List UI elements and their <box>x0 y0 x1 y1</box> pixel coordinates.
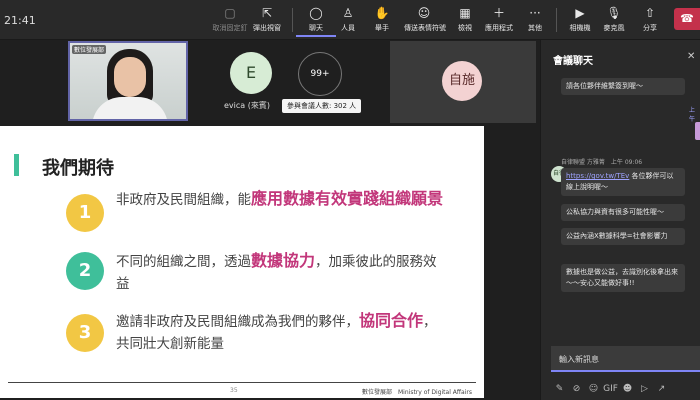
slide-page-number: 35 <box>230 387 238 394</box>
ellipsis-icon: ··· <box>529 6 541 20</box>
smiley-icon: ☺ <box>417 6 431 20</box>
leave-button[interactable]: ☎ <box>674 8 700 30</box>
raise-hand-button[interactable]: ✋ 舉手 <box>362 5 402 37</box>
share-icon: ⇧ <box>644 6 656 20</box>
teams-meeting-window: 21:41 ▢ 取消固定釘 ⇱ 彈出視窗 ◯ 聊天 ♙ 人員 ✋ 舉手 ☺ 傳送… <box>0 0 700 400</box>
participant-name: evica (來賓) <box>224 101 270 110</box>
toolbar-divider <box>556 8 557 32</box>
meeting-toolbar: 21:41 ▢ 取消固定釘 ⇱ 彈出視窗 ◯ 聊天 ♙ 人員 ✋ 舉手 ☺ 傳送… <box>0 0 700 40</box>
pin-icon: ▢ <box>224 6 236 20</box>
speaker-name-tag: 數位發展部 <box>72 45 107 54</box>
meeting-clock: 21:41 <box>4 14 36 27</box>
pop-out-button[interactable]: ⇱ 彈出視窗 <box>247 5 287 37</box>
compose-toolbar: ✎ ⊘ ☺ GIF ☻ ▷ ↗ <box>551 376 700 394</box>
mic-button[interactable]: 🎙 麥克風 <box>594 5 634 37</box>
chat-message: 數據也是做公益，去識別化後拿出來～～安心又能做好事!! <box>561 264 685 292</box>
point-number-2: 2 <box>66 252 104 290</box>
unpin-button[interactable]: ▢ 取消固定釘 <box>210 5 250 37</box>
toolbar-divider <box>292 8 293 32</box>
gif-icon[interactable]: GIF <box>602 384 619 394</box>
slide-title: 我們期待 <box>42 158 114 179</box>
shared-content-stage: 我們期待 1 非政府及民間組織，能應用數據有效實踐組織願景 2 不同的組織之間，… <box>0 124 540 400</box>
attach-icon[interactable]: ⊘ <box>568 384 585 394</box>
send-icon[interactable]: ↗ <box>653 384 670 394</box>
title-accent-bar <box>14 154 19 176</box>
apps-button[interactable]: ＋ 應用程式 <box>479 5 519 37</box>
reaction-badge <box>695 122 700 140</box>
chat-message: 公益內涵X數據科學=社會影響力 <box>561 228 685 245</box>
slide-org-footer: 數位發展部 Ministry of Digital Affairs <box>362 389 472 396</box>
format-icon[interactable]: ✎ <box>551 384 568 394</box>
share-button[interactable]: ⇧ 分享 <box>630 5 670 37</box>
chat-message: 請各位夥伴維繫簽到喔～ <box>561 78 685 95</box>
participant-avatar-e[interactable]: E <box>230 52 272 94</box>
slide-footer-line <box>8 382 476 383</box>
sticker-icon[interactable]: ☻ <box>619 384 636 394</box>
speaker-face <box>114 57 146 97</box>
phone-icon: ☎ <box>680 12 694 25</box>
participant-avatar-right: 自施 <box>442 61 482 101</box>
close-icon[interactable]: ✕ <box>687 51 695 62</box>
speaker-video-tile[interactable]: 數位發展部 <box>68 41 188 121</box>
chat-title: 會議聊天 <box>553 56 593 67</box>
point-text-2: 不同的組織之間，透過數據協力，加乘彼此的服務效益 <box>116 251 437 292</box>
presentation-slide: 我們期待 1 非政府及民間組織，能應用數據有效實踐組織願景 2 不同的組織之間，… <box>0 126 484 398</box>
meeting-chat-panel: 會議聊天 ✕ 請各位夥伴維繫簽到喔～ 上午 自律聯盟 方雅菁 上午 09:06 … <box>540 40 700 400</box>
loop-icon[interactable]: ▷ <box>636 384 653 394</box>
point-number-1: 1 <box>66 194 104 232</box>
participant-strip: 數位發展部 E evica (來賓) 99+ 參與會議人數: 302 人 自施 <box>0 40 540 124</box>
emoji-icon[interactable]: ☺ <box>585 384 602 394</box>
chat-link[interactable]: https://gov.tw/TEv <box>566 172 629 180</box>
pop-out-icon: ⇱ <box>261 6 273 20</box>
timestamp-peek: 上午 <box>689 107 696 123</box>
chat-compose-input[interactable]: 輸入新訊息 <box>551 346 700 372</box>
chat-message-link: https://gov.tw/TEv 各位夥伴可以線上說明喔～ <box>561 168 685 196</box>
point-text-3: 邀請非政府及民間組織成為我們的夥伴，協同合作，共同壯大創新能量 <box>116 311 437 352</box>
more-button[interactable]: ··· 其他 <box>515 5 555 37</box>
hand-icon: ✋ <box>374 6 390 20</box>
mic-off-icon: 🎙 <box>606 6 622 20</box>
reactions-button[interactable]: ☺ 傳送表情符號 <box>404 5 446 37</box>
point-number-3: 3 <box>66 314 104 352</box>
point-text-1: 非政府及民間組織，能應用數據有效實踐組織願景 <box>116 189 444 208</box>
chat-message: 公私協力與資有很多可能性喔～ <box>561 204 685 221</box>
participant-tile-right[interactable]: 自施 <box>390 41 536 123</box>
more-participants-button[interactable]: 99+ <box>298 52 342 96</box>
apps-icon: ＋ <box>492 6 505 20</box>
chat-sender-line: 自律聯盟 方雅菁 上午 09:06 <box>561 159 643 166</box>
participant-count-tooltip: 參與會議人數: 302 人 <box>282 99 362 113</box>
